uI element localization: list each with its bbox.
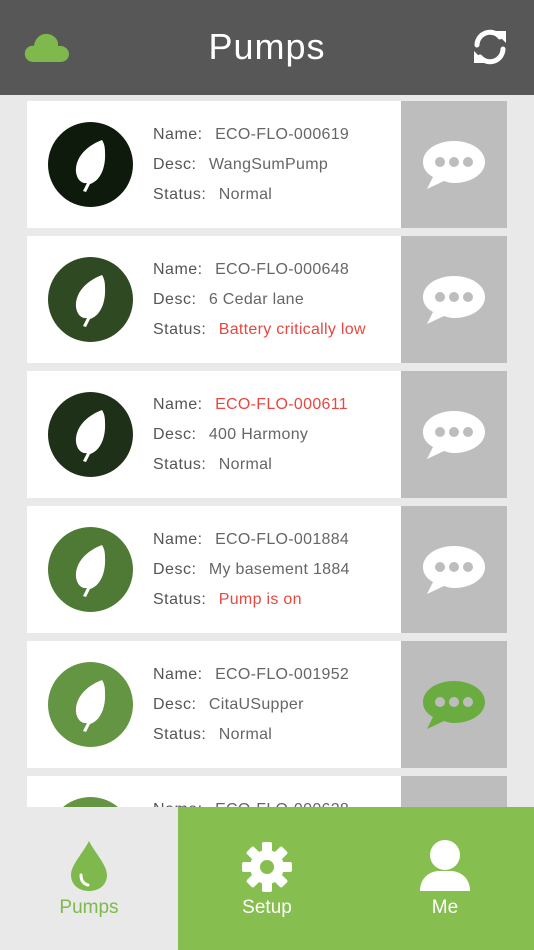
leaf-icon	[75, 140, 106, 192]
pump-info: Name: ECO-FLO-001884 Desc: My basement 1…	[153, 530, 403, 620]
pump-name-row: Name: ECO-FLO-000611	[153, 395, 403, 425]
pump-card[interactable]: Name: ECO-FLO-000648 Desc: 6 Cedar lane …	[27, 236, 507, 363]
pump-status: Normal	[218, 456, 273, 473]
desc-label: Desc:	[153, 426, 197, 443]
name-label: Name:	[153, 531, 203, 548]
name-label: Name:	[153, 261, 203, 278]
pump-status: Pump is on	[218, 591, 302, 608]
pump-status: Normal	[218, 726, 273, 743]
pump-card[interactable]: Name: ECO-FLO-001952 Desc: CitaUSupper S…	[27, 641, 507, 768]
pump-avatar	[48, 257, 133, 342]
pump-name: ECO-FLO-000611	[215, 396, 348, 413]
pump-name-row: Name: ECO-FLO-000648	[153, 260, 403, 290]
pump-desc-row: Desc: CitaUSupper	[153, 695, 403, 725]
pump-desc-row: Desc: My basement 1884	[153, 560, 403, 590]
message-button[interactable]	[401, 101, 507, 228]
pump-name: ECO-FLO-001952	[215, 666, 350, 683]
pump-status: Battery critically low	[218, 321, 366, 338]
pump-avatar	[48, 662, 133, 747]
pump-name-row: Name: ECO-FLO-001952	[153, 665, 403, 695]
chat-bubble-icon	[423, 546, 485, 594]
pump-card[interactable]: Name: ECO-FLO-000619 Desc: WangSumPump S…	[27, 101, 507, 228]
user-icon	[420, 840, 470, 891]
pump-status-row: Status: Pump is on	[153, 590, 403, 620]
tab-label: Pumps	[59, 897, 119, 918]
pump-desc-row: Desc: 400 Harmony	[153, 425, 403, 455]
chat-bubble-icon	[423, 141, 485, 189]
desc-label: Desc:	[153, 291, 197, 308]
pump-desc: CitaUSupper	[208, 696, 304, 713]
message-button[interactable]	[401, 641, 507, 768]
pump-desc: 400 Harmony	[208, 426, 309, 443]
tab-label: Setup	[242, 897, 292, 918]
pump-status-row: Status: Normal	[153, 185, 403, 215]
pump-card[interactable]: Name: ECO-FLO-000611 Desc: 400 Harmony S…	[27, 371, 507, 498]
pump-desc: WangSumPump	[208, 156, 329, 173]
tab-pumps[interactable]: Pumps	[0, 807, 178, 950]
desc-label: Desc:	[153, 561, 197, 578]
message-button[interactable]	[401, 236, 507, 363]
pump-avatar	[48, 122, 133, 207]
tab-bar: Pumps Setup Me	[0, 807, 534, 950]
gear-icon	[242, 842, 292, 892]
pump-name: ECO-FLO-001884	[215, 531, 350, 548]
pump-avatar	[48, 392, 133, 477]
chat-bubble-icon	[423, 276, 485, 324]
pump-status: Normal	[218, 186, 273, 203]
message-button[interactable]	[401, 506, 507, 633]
pump-desc: My basement 1884	[208, 561, 350, 578]
water-drop-icon	[71, 841, 107, 891]
leaf-icon	[75, 410, 106, 462]
pump-status-row: Status: Normal	[153, 455, 403, 485]
status-label: Status:	[153, 321, 207, 338]
pump-card[interactable]: Name: ECO-FLO-001884 Desc: My basement 1…	[27, 506, 507, 633]
pump-avatar	[48, 527, 133, 612]
name-label: Name:	[153, 666, 203, 683]
tab-setup[interactable]: Setup	[178, 807, 356, 950]
pump-card[interactable]: Name: ECO-FLO-000628 Desc: Status:	[27, 776, 507, 807]
leaf-icon	[75, 275, 106, 327]
app-header: Pumps	[0, 0, 534, 95]
page-title: Pumps	[208, 26, 326, 67]
status-label: Status:	[153, 591, 207, 608]
chat-bubble-icon	[423, 411, 485, 459]
pump-status-row: Status: Battery critically low	[153, 320, 403, 350]
pump-info: Name: ECO-FLO-000619 Desc: WangSumPump S…	[153, 125, 403, 215]
status-label: Status:	[153, 186, 207, 203]
pump-info: Name: ECO-FLO-000648 Desc: 6 Cedar lane …	[153, 260, 403, 350]
message-button[interactable]	[401, 776, 507, 807]
name-label: Name:	[153, 126, 203, 143]
tab-me[interactable]: Me	[356, 807, 534, 950]
name-label: Name:	[153, 396, 203, 413]
leaf-icon	[75, 545, 106, 597]
pump-info: Name: ECO-FLO-000628 Desc: Status:	[153, 800, 403, 807]
pump-name: ECO-FLO-000648	[215, 261, 350, 278]
leaf-icon	[75, 680, 106, 732]
pump-list[interactable]: Name: ECO-FLO-000619 Desc: WangSumPump S…	[27, 101, 507, 807]
chat-bubble-icon	[423, 681, 485, 729]
pump-info: Name: ECO-FLO-001952 Desc: CitaUSupper S…	[153, 665, 403, 755]
pump-info: Name: ECO-FLO-000611 Desc: 400 Harmony S…	[153, 395, 403, 485]
status-label: Status:	[153, 456, 207, 473]
desc-label: Desc:	[153, 696, 197, 713]
refresh-icon[interactable]	[472, 28, 508, 66]
pump-desc: 6 Cedar lane	[208, 291, 305, 308]
message-button[interactable]	[401, 371, 507, 498]
pump-desc-row: Desc: 6 Cedar lane	[153, 290, 403, 320]
pump-name-row: Name: ECO-FLO-000619	[153, 125, 403, 155]
pump-status-row: Status: Normal	[153, 725, 403, 755]
pump-name-row: Name: ECO-FLO-000628	[153, 800, 403, 807]
pump-desc-row: Desc: WangSumPump	[153, 155, 403, 185]
desc-label: Desc:	[153, 156, 197, 173]
status-label: Status:	[153, 726, 207, 743]
pump-name-row: Name: ECO-FLO-001884	[153, 530, 403, 560]
pump-avatar	[48, 797, 133, 807]
tab-label: Me	[431, 897, 459, 918]
pump-name: ECO-FLO-000619	[215, 126, 350, 143]
